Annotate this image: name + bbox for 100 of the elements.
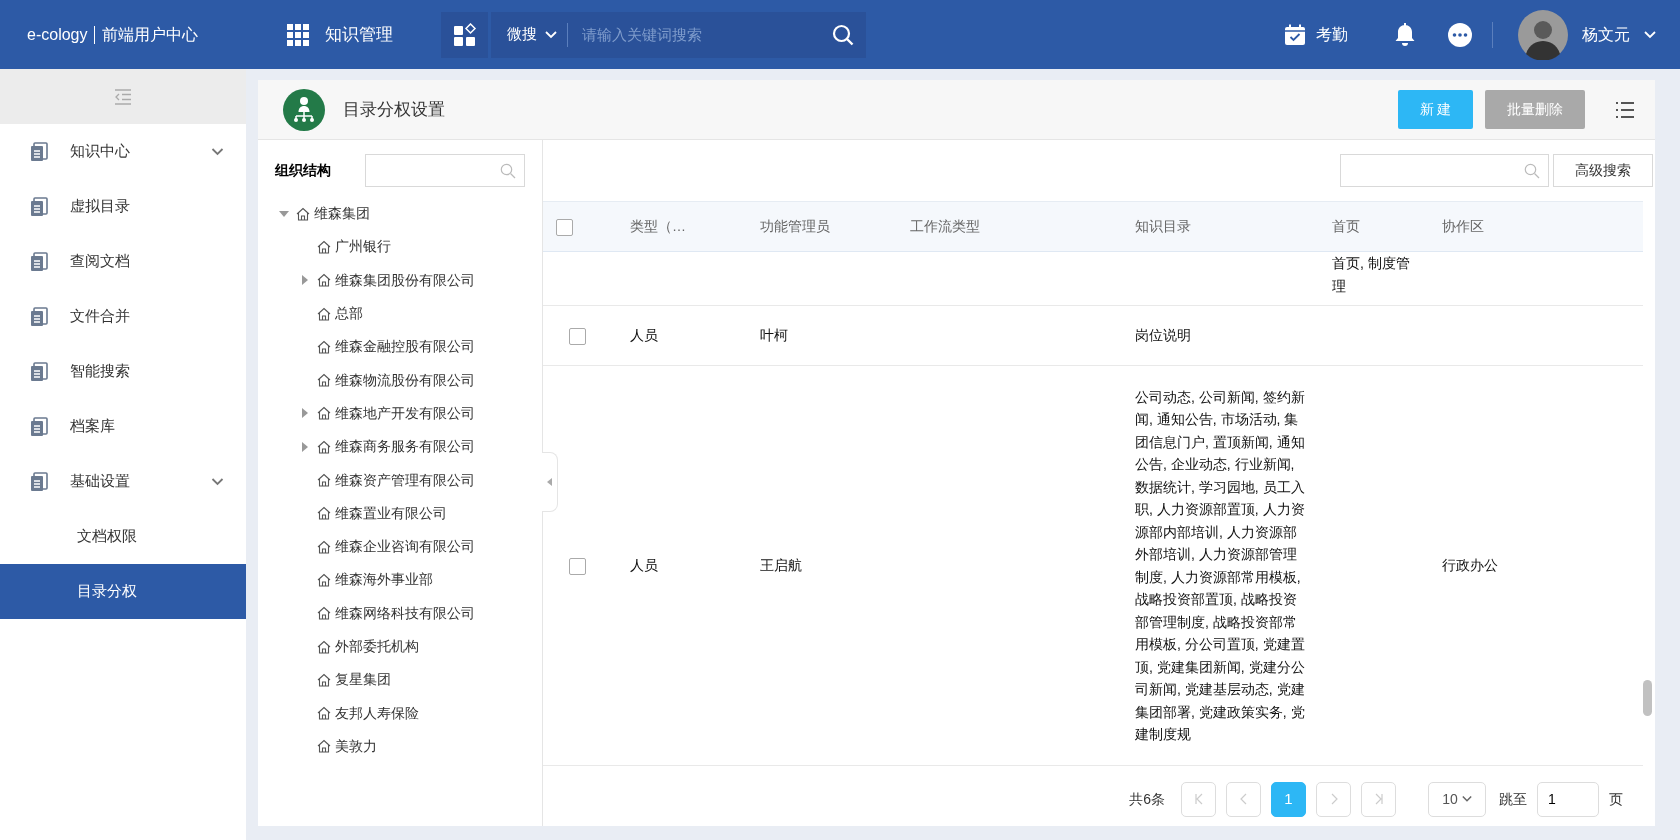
home-icon bbox=[317, 273, 331, 288]
sidebar-item[interactable]: 智能搜索 bbox=[0, 344, 246, 399]
home-icon bbox=[317, 373, 331, 388]
tree-node[interactable]: 维森金融控股有限公司 bbox=[335, 336, 475, 358]
tree-search-field[interactable] bbox=[365, 154, 525, 187]
home-icon bbox=[317, 706, 331, 721]
home-icon bbox=[317, 406, 331, 421]
column-header[interactable]: 类型（… bbox=[630, 218, 686, 234]
caret-right-icon[interactable] bbox=[300, 408, 310, 419]
tree-node[interactable]: 复星集团 bbox=[335, 669, 391, 691]
avatar[interactable] bbox=[1518, 9, 1568, 60]
chat-icon[interactable] bbox=[1448, 22, 1472, 47]
tree-node[interactable]: 维森海外事业部 bbox=[335, 569, 433, 591]
collapse-menu-icon[interactable] bbox=[114, 88, 132, 105]
chevron-down-icon bbox=[211, 148, 224, 157]
chevron-down-icon bbox=[545, 30, 557, 39]
sidebar-item[interactable]: 虚拟目录 bbox=[0, 179, 246, 234]
column-header[interactable]: 知识目录 bbox=[1135, 218, 1191, 234]
tree-node[interactable]: 维森物流股份有限公司 bbox=[335, 369, 475, 391]
table-cell-text: 人员 bbox=[630, 556, 659, 576]
sidebar-item[interactable]: 文件合并 bbox=[0, 289, 246, 344]
previous-page-button[interactable] bbox=[1226, 781, 1261, 817]
tree-node[interactable]: 维森商务服务有限公司 bbox=[335, 436, 475, 458]
sidebar-subitem[interactable]: 文档权限 bbox=[0, 509, 246, 564]
tree-node[interactable]: 维森置业有限公司 bbox=[335, 502, 447, 524]
brand-name: e-cology bbox=[27, 24, 88, 45]
last-page-button[interactable] bbox=[1361, 781, 1396, 817]
caret-left-icon bbox=[546, 478, 553, 486]
tree-node[interactable]: 维森网络科技有限公司 bbox=[335, 602, 475, 624]
table-cell-text: 人员 bbox=[630, 326, 659, 346]
advanced-search-button[interactable]: 高级搜索 bbox=[1553, 154, 1653, 187]
tree-node[interactable]: 维森集团 bbox=[314, 203, 370, 225]
first-page-button[interactable] bbox=[1181, 781, 1216, 817]
collapse-handle[interactable] bbox=[542, 452, 558, 512]
search-icon[interactable] bbox=[832, 23, 854, 46]
home-icon bbox=[317, 572, 331, 587]
list-menu-icon[interactable] bbox=[1615, 100, 1635, 119]
column-header[interactable]: 功能管理员 bbox=[760, 218, 830, 234]
home-icon bbox=[317, 306, 331, 321]
tree-node[interactable]: 广州银行 bbox=[335, 236, 391, 258]
search-scope-dropdown[interactable]: 微搜 bbox=[491, 23, 567, 46]
table-search-field[interactable] bbox=[1340, 154, 1549, 187]
sidebar-item[interactable]: 基础设置 bbox=[0, 454, 246, 509]
tree-title: 组织结构 bbox=[275, 161, 331, 180]
select-all-checkbox[interactable] bbox=[556, 218, 573, 236]
home-icon bbox=[317, 639, 331, 654]
table-cell-text: 首页, 制度管理 bbox=[1332, 254, 1411, 296]
bell-icon[interactable] bbox=[1394, 22, 1416, 47]
tree-node[interactable]: 总部 bbox=[335, 303, 363, 325]
user-name[interactable]: 杨文元 bbox=[1582, 22, 1630, 47]
jump-page-field[interactable]: 1 bbox=[1537, 781, 1599, 817]
module-title[interactable]: 知识管理 bbox=[325, 21, 393, 48]
apps-icon bbox=[452, 22, 477, 47]
document-icon bbox=[30, 196, 48, 217]
tree-node[interactable]: 外部委托机构 bbox=[335, 636, 419, 657]
table-cell-text: 王启航 bbox=[760, 556, 803, 576]
sidebar-item[interactable]: 知识中心 bbox=[0, 124, 246, 179]
column-header[interactable]: 工作流类型 bbox=[910, 218, 980, 234]
row-checkbox[interactable] bbox=[569, 327, 586, 345]
total-count: 共6条 bbox=[1129, 789, 1165, 809]
tree-node[interactable]: 维森企业咨询有限公司 bbox=[335, 536, 475, 558]
home-icon bbox=[317, 606, 331, 621]
page-unit: 页 bbox=[1609, 789, 1623, 809]
document-icon bbox=[30, 471, 48, 492]
column-header[interactable]: 首页 bbox=[1332, 218, 1360, 234]
home-icon bbox=[317, 739, 331, 754]
tree-node[interactable]: 维森地产开发有限公司 bbox=[335, 402, 475, 424]
tree-node[interactable]: 维森资产管理有限公司 bbox=[335, 469, 475, 491]
home-icon bbox=[296, 206, 310, 221]
search-field[interactable]: 微搜 请输入关键词搜索 bbox=[491, 11, 866, 58]
app-center-button[interactable] bbox=[441, 11, 488, 58]
attendance-link[interactable]: 考勤 bbox=[1316, 22, 1348, 47]
previous-page-icon bbox=[1238, 793, 1249, 805]
document-icon bbox=[30, 306, 48, 327]
row-checkbox[interactable] bbox=[569, 557, 586, 575]
home-icon bbox=[317, 239, 331, 254]
caret-right-icon[interactable] bbox=[300, 275, 310, 286]
jump-label: 跳至 bbox=[1499, 789, 1527, 809]
table-cell-text: 岗位说明 bbox=[1135, 326, 1192, 346]
tree-node[interactable]: 友邦人寿保险 bbox=[335, 702, 419, 724]
tree-node[interactable]: 美敦力 bbox=[335, 735, 377, 757]
last-page-icon bbox=[1373, 793, 1384, 805]
caret-down-icon[interactable] bbox=[279, 208, 289, 219]
portal-name: 前端用户中心 bbox=[102, 24, 199, 45]
column-header[interactable]: 协作区 bbox=[1442, 218, 1484, 234]
home-icon bbox=[317, 506, 331, 521]
caret-right-icon[interactable] bbox=[300, 441, 310, 452]
calendar-check-icon[interactable] bbox=[1284, 23, 1306, 46]
home-icon bbox=[317, 339, 331, 354]
sidebar-subitem[interactable]: 目录分权 bbox=[0, 564, 246, 619]
next-page-button[interactable] bbox=[1316, 781, 1351, 817]
search-input[interactable]: 请输入关键词搜索 bbox=[567, 22, 832, 47]
page-size-select[interactable]: 10 bbox=[1428, 781, 1486, 817]
sidebar-item[interactable]: 档案库 bbox=[0, 399, 246, 454]
scrollbar-thumb[interactable] bbox=[1643, 680, 1652, 716]
home-icon bbox=[317, 439, 331, 454]
apps-grid-icon[interactable] bbox=[287, 23, 309, 46]
tree-node[interactable]: 维森集团股份有限公司 bbox=[335, 269, 475, 291]
document-icon bbox=[30, 361, 48, 382]
sidebar-item[interactable]: 查阅文档 bbox=[0, 234, 246, 289]
